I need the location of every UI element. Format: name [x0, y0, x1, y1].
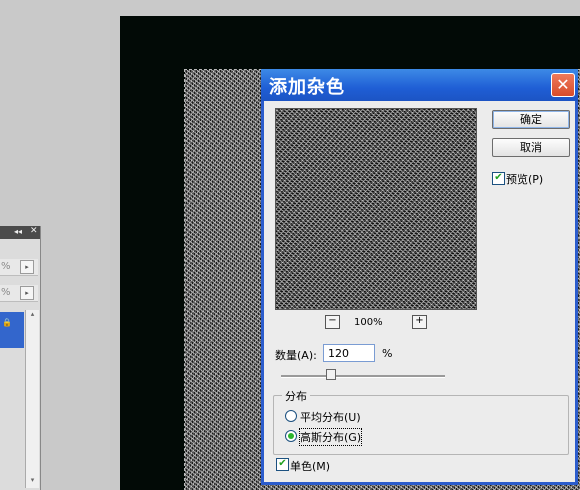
cancel-button[interactable]: 取消 [492, 138, 570, 157]
monochromatic-label: 单色(M) [290, 460, 331, 473]
monochromatic-checkbox[interactable]: ✔ [276, 458, 289, 471]
amount-unit: % [382, 347, 393, 360]
ok-button[interactable]: 确定 [492, 110, 570, 129]
panel-header: ◂◂ ✕ [0, 226, 40, 239]
amount-slider-thumb[interactable] [326, 369, 336, 380]
uniform-label: 平均分布(U) [300, 411, 361, 424]
amount-slider-track[interactable] [281, 375, 445, 378]
scroll-down-icon[interactable]: ▾ [26, 476, 39, 488]
fill-row: % ▸ [0, 285, 38, 302]
opacity-value[interactable]: % [1, 261, 11, 272]
layers-panel: ◂◂ ✕ % ▸ % ▸ 🔒 ▴ ▾ [0, 226, 41, 490]
gaussian-label: 高斯分布(G) [298, 428, 363, 446]
preview-label: 预览(P) [506, 173, 544, 186]
zoom-level: 100% [354, 317, 383, 328]
scroll-up-icon[interactable]: ▴ [26, 310, 39, 322]
fill-arrow-button[interactable]: ▸ [20, 286, 34, 300]
distribution-title: 分布 [282, 388, 310, 404]
distribution-group [273, 395, 569, 455]
fill-value[interactable]: % [1, 287, 11, 298]
amount-input[interactable]: 120 [323, 344, 375, 362]
close-button[interactable]: ✕ [551, 73, 575, 97]
amount-label: 数量(A): [275, 349, 317, 362]
selected-layer[interactable]: 🔒 [0, 312, 24, 348]
lock-icon: 🔒 [2, 318, 12, 327]
opacity-row: % ▸ [0, 259, 38, 276]
add-noise-dialog: 添加杂色 ✕ − 100% + 确定 取消 ✔ 预览(P) 数量(A): 120… [261, 69, 578, 485]
collapse-icon[interactable]: ◂◂ [14, 227, 22, 236]
dialog-title: 添加杂色 [269, 77, 345, 98]
radio-selected-dot [288, 433, 294, 439]
panel-close-icon[interactable]: ✕ [30, 226, 38, 236]
opacity-arrow-button[interactable]: ▸ [20, 260, 34, 274]
layers-scrollbar[interactable]: ▴ ▾ [25, 310, 39, 488]
noise-preview[interactable] [275, 108, 477, 310]
preview-checkbox[interactable]: ✔ [492, 172, 505, 185]
dialog-titlebar[interactable]: 添加杂色 ✕ [261, 69, 578, 101]
uniform-radio[interactable] [285, 410, 297, 422]
gaussian-radio[interactable] [285, 430, 297, 442]
zoom-out-button[interactable]: − [325, 315, 340, 329]
zoom-in-button[interactable]: + [412, 315, 427, 329]
